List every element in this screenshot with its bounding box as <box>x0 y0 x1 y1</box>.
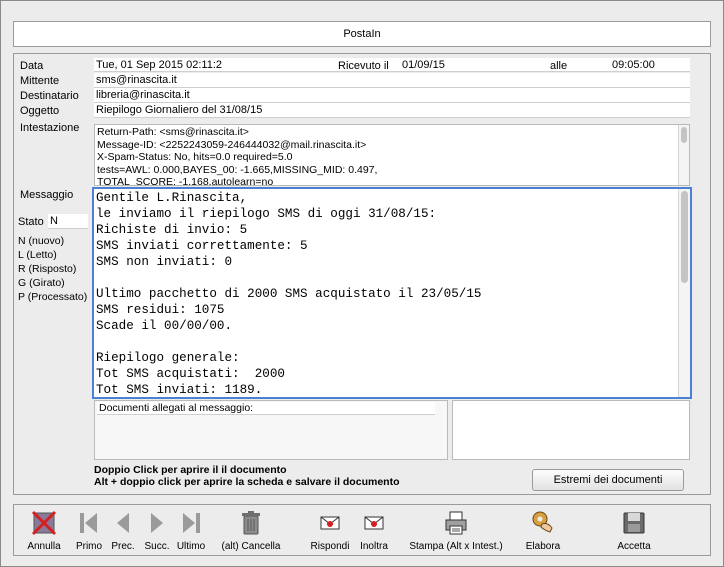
message-line: SMS residui: 1075 <box>96 303 225 317</box>
hint-alt-double-click: Alt + doppio click per aprire la scheda … <box>94 476 400 488</box>
inoltra-label: Inoltra <box>360 541 388 552</box>
elabora-button[interactable]: Elabora <box>518 509 568 555</box>
oggetto-label: Oggetto <box>20 105 60 117</box>
next-icon <box>143 509 171 537</box>
message-line: le inviamo il riepilogo SMS di oggi 31/0… <box>96 207 437 221</box>
message-line: SMS non inviati: 0 <box>96 255 233 269</box>
header-line: X-Spam-Status: No, hits=0.0 required=5.0 <box>97 151 293 163</box>
header-line: Message-ID: <2252243059-246444032@mail.r… <box>97 138 367 151</box>
alle-field[interactable]: 09:05:00 <box>610 58 680 72</box>
message-scroll-thumb[interactable] <box>681 191 688 283</box>
cancel-icon <box>30 509 58 537</box>
data-field[interactable]: Tue, 01 Sep 2015 02:11:2 <box>94 58 264 72</box>
message-line: Tot SMS acquistati: 2000 <box>96 367 285 381</box>
succ-label: Succ. <box>144 541 170 552</box>
prec-label: Prec. <box>111 541 135 552</box>
attachment-preview-box[interactable] <box>452 400 690 460</box>
status-legend-item: L (Letto) <box>18 249 57 261</box>
elabora-label: Elabora <box>525 541 561 552</box>
stampa-label: Stampa (Alt x Intest.) <box>409 541 503 552</box>
status-legend: N (nuovo) L (Letto) R (Risposto) G (Gira… <box>18 234 87 304</box>
destinatario-label: Destinatario <box>20 90 79 102</box>
mittente-field[interactable]: sms@rinascita.it <box>94 73 690 88</box>
print-icon <box>442 509 470 537</box>
stato-label: Stato <box>18 216 44 228</box>
alle-label: alle <box>550 60 568 72</box>
primo-button[interactable]: Primo <box>74 509 104 555</box>
message-scrollbar[interactable] <box>678 189 690 397</box>
previous-icon <box>109 509 137 537</box>
annulla-label: Annulla <box>27 541 61 552</box>
first-icon <box>75 509 103 537</box>
message-panel: Data Tue, 01 Sep 2015 02:11:2 Ricevuto i… <box>13 53 711 495</box>
data-label: Data <box>20 60 44 72</box>
stato-field[interactable]: N <box>48 214 88 229</box>
accept-icon <box>620 509 648 537</box>
annulla-button[interactable]: Annulla <box>24 509 64 555</box>
hint-double-click: Doppio Click per aprire il il documento <box>94 464 287 476</box>
window-title-bar: PostaIn <box>13 21 711 47</box>
succ-button[interactable]: Succ. <box>142 509 172 555</box>
message-line: Gentile L.Rinascita, <box>96 191 248 205</box>
message-line: Richiste di invio: 5 <box>96 223 248 237</box>
intestazione-label: Intestazione <box>20 122 80 134</box>
last-icon <box>177 509 205 537</box>
ultimo-button[interactable]: Ultimo <box>174 509 208 555</box>
process-icon <box>529 509 557 537</box>
rispondi-label: Rispondi <box>310 541 350 552</box>
ultimo-label: Ultimo <box>176 541 206 552</box>
header-line: Return-Path: <sms@rinascita.it> <box>97 126 249 138</box>
rispondi-button[interactable]: Rispondi <box>308 509 352 555</box>
message-line <box>96 334 688 350</box>
message-body-textarea[interactable]: Gentile L.Rinascita, le inviamo il riepi… <box>92 187 692 399</box>
status-legend-item: P (Processato) <box>18 291 88 303</box>
estremi-documenti-button[interactable]: Estremi dei documenti <box>532 469 684 491</box>
cancella-label: (alt) Cancella <box>221 541 281 552</box>
oggetto-field[interactable]: Riepilogo Giornaliero del 31/08/15 <box>94 103 690 118</box>
header-line: TOTAL_SCORE: -1.168,autolearn=no <box>97 176 274 186</box>
destinatario-field[interactable]: libreria@rinascita.it <box>94 88 690 103</box>
inoltra-button[interactable]: Inoltra <box>354 509 394 555</box>
message-line: SMS inviati correttamente: 5 <box>96 239 308 253</box>
ricevuto-label: Ricevuto il <box>338 60 389 72</box>
ricevuto-field[interactable]: 01/09/15 <box>400 58 490 72</box>
message-line: Scade il 00/00/00. <box>96 319 233 333</box>
intestazione-textarea[interactable]: Return-Path: <sms@rinascita.it> Message-… <box>94 124 690 186</box>
prec-button[interactable]: Prec. <box>108 509 138 555</box>
window-title: PostaIn <box>343 28 381 40</box>
message-line: Tot SMS inviati: 1189. <box>96 383 263 397</box>
cancella-button[interactable]: (alt) Cancella <box>218 509 284 555</box>
messaggio-label: Messaggio <box>20 189 74 201</box>
intestazione-scrollbar[interactable] <box>678 125 689 185</box>
header-line: tests=AWL: 0.000,BAYES_00: -1.665,MISSIN… <box>97 163 378 176</box>
status-legend-item: N (nuovo) <box>18 235 65 247</box>
attachments-list[interactable]: Documenti allegati al messaggio: <box>94 400 448 460</box>
status-legend-item: R (Risposto) <box>18 263 77 275</box>
accetta-label: Accetta <box>617 541 651 552</box>
mittente-label: Mittente <box>20 75 60 87</box>
reply-icon <box>316 509 344 537</box>
accetta-button[interactable]: Accetta <box>612 509 656 555</box>
stampa-button[interactable]: Stampa (Alt x Intest.) <box>406 509 506 555</box>
message-line <box>96 270 688 286</box>
forward-icon <box>360 509 388 537</box>
message-line: Ultimo pacchetto di 2000 SMS acquistato … <box>96 287 482 301</box>
intestazione-scroll-thumb[interactable] <box>681 127 687 143</box>
primo-label: Primo <box>75 541 103 552</box>
message-line: Riepilogo generale: <box>96 351 240 365</box>
trash-icon <box>237 509 265 537</box>
status-legend-item: G (Girato) <box>18 277 65 289</box>
attachments-header: Documenti allegati al messaggio: <box>97 402 435 415</box>
postain-window: PostaIn Data Tue, 01 Sep 2015 02:11:2 Ri… <box>0 0 724 567</box>
bottom-toolbar: Annulla Primo Prec. Succ. Ultimo (alt) C… <box>13 504 711 556</box>
